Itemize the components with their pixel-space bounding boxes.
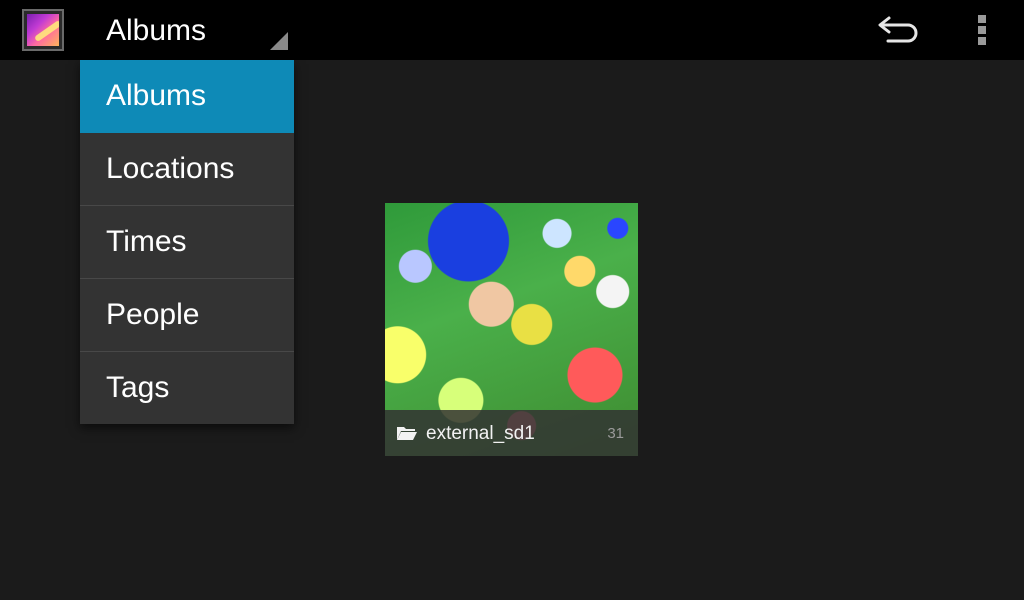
view-mode-spinner[interactable]: Albums — [80, 0, 294, 60]
dropdown-item-label: People — [106, 298, 200, 331]
album-count: 31 — [607, 425, 624, 442]
dropdown-item-tags[interactable]: Tags — [80, 352, 294, 424]
dropdown-item-albums[interactable]: Albums — [80, 60, 294, 133]
overflow-dot-icon — [978, 15, 986, 23]
dropdown-item-label: Locations — [106, 152, 235, 185]
dropdown-item-locations[interactable]: Locations — [80, 133, 294, 206]
overflow-dot-icon — [978, 37, 986, 45]
dropdown-item-times[interactable]: Times — [80, 206, 294, 279]
album-name: external_sd1 — [426, 423, 535, 444]
dropdown-item-label: Tags — [106, 371, 170, 404]
back-arrow-icon — [878, 16, 918, 43]
album-caption: external_sd1 31 — [385, 410, 638, 456]
spinner-caret-icon — [270, 32, 288, 50]
action-bar: Albums — [0, 0, 1024, 60]
overflow-dot-icon — [978, 26, 986, 34]
spinner-title: Albums — [106, 14, 207, 47]
dropdown-item-label: Albums — [106, 79, 207, 112]
view-mode-dropdown: Albums Locations Times People Tags — [80, 60, 294, 424]
gallery-icon[interactable] — [22, 9, 64, 51]
back-button[interactable] — [862, 0, 936, 60]
dropdown-item-people[interactable]: People — [80, 279, 294, 352]
folder-icon — [397, 427, 417, 440]
album-tile[interactable]: external_sd1 31 — [385, 203, 638, 456]
dropdown-item-label: Times — [106, 225, 187, 258]
gallery-icon-image — [27, 14, 59, 46]
overflow-menu-button[interactable] — [956, 0, 1008, 60]
